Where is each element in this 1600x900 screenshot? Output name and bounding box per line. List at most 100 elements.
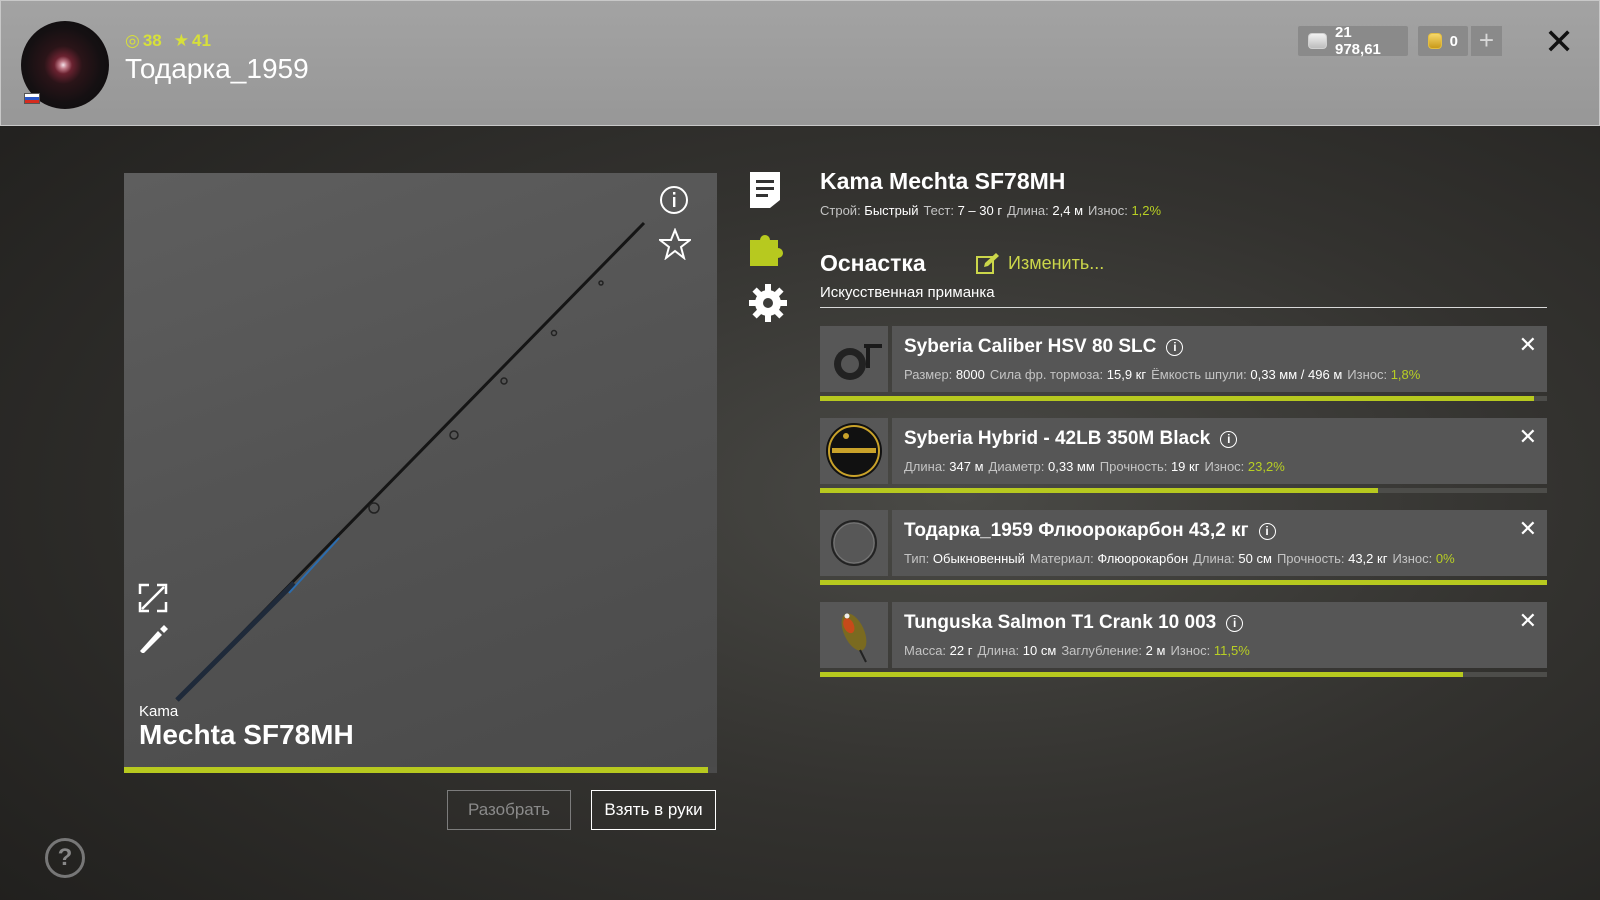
gold-balance: 0 bbox=[1418, 26, 1468, 56]
slot-prop-label: Размер: bbox=[904, 367, 956, 382]
remove-leader-button[interactable]: ✕ bbox=[1519, 516, 1537, 542]
lure-image bbox=[841, 613, 867, 663]
rod-guides bbox=[368, 280, 604, 514]
lure-name-text: Tunguska Salmon T1 Crank 10 003 bbox=[904, 612, 1217, 633]
tab-settings[interactable] bbox=[748, 283, 788, 328]
line-spool-image bbox=[826, 423, 882, 479]
edit-tackle-label: Изменить... bbox=[1008, 252, 1105, 273]
leader-info-icon[interactable]: i bbox=[1258, 522, 1276, 540]
reel-name: Syberia Caliber HSV 80 SLC i bbox=[904, 336, 1184, 358]
level-circle-icon: ◎ bbox=[125, 31, 140, 50]
slot-prop-value: 43,2 кг bbox=[1348, 551, 1388, 566]
line-condition-fill bbox=[820, 488, 1379, 493]
rod-stat-value: Быстрый bbox=[864, 203, 919, 218]
slot-prop-value: 10 см bbox=[1022, 643, 1057, 658]
rank-star-icon: ★ bbox=[173, 31, 190, 50]
line-thumbnail bbox=[820, 418, 888, 484]
slot-prop-value: 50 см bbox=[1238, 551, 1272, 566]
slot-prop-label: Масса: bbox=[904, 643, 950, 658]
slot-prop-value: 0,33 мм bbox=[1048, 459, 1095, 474]
leader-thumbnail bbox=[820, 510, 888, 576]
leader-slot[interactable]: Тодарка_1959 Флюорокарбон 43,2 кг i Тип: … bbox=[820, 510, 1547, 585]
reel-slot[interactable]: Syberia Caliber HSV 80 SLC i Размер: 8000… bbox=[820, 326, 1547, 401]
silver-coin-icon bbox=[1308, 33, 1327, 49]
line-condition-bar bbox=[820, 488, 1547, 493]
leader-details: Тодарка_1959 Флюорокарбон 43,2 кг i Тип: … bbox=[892, 510, 1547, 576]
favorite-star-icon[interactable] bbox=[657, 227, 693, 265]
level-value: 38 bbox=[142, 31, 162, 50]
username: Тодарка_1959 bbox=[125, 53, 309, 84]
info-icon[interactable] bbox=[659, 185, 689, 220]
slot-prop-value: Флюорокарбон bbox=[1097, 551, 1189, 566]
reel-condition-bar bbox=[820, 396, 1547, 401]
slot-prop-label: Ёмкость шпули: bbox=[1151, 367, 1251, 382]
leader-name-text: Тодарка_1959 Флюорокарбон 43,2 кг bbox=[904, 520, 1249, 541]
rig-type: Искусственная приманка bbox=[820, 284, 995, 301]
add-gold-button[interactable]: + bbox=[1471, 26, 1502, 56]
slot-prop-value: 2 м bbox=[1145, 643, 1166, 658]
edit-tackle-button[interactable]: Изменить... bbox=[976, 252, 1104, 274]
slot-prop-label: Износ: bbox=[1392, 551, 1436, 566]
tab-tackle[interactable] bbox=[748, 228, 788, 273]
slot-prop-value: Обыкновенный bbox=[932, 551, 1025, 566]
edit-icon bbox=[976, 253, 999, 274]
lure-details: Tunguska Salmon T1 Crank 10 003 i Масса: … bbox=[892, 602, 1547, 668]
player-ranks: ◎ 38 ★ 41 bbox=[125, 31, 211, 51]
remove-lure-button[interactable]: ✕ bbox=[1519, 608, 1537, 634]
reel-info-icon[interactable]: i bbox=[1166, 338, 1184, 356]
slot-prop-value: 22 г bbox=[949, 643, 973, 658]
rod-stat-value: 7 – 30 г bbox=[957, 203, 1003, 218]
tab-description[interactable] bbox=[748, 170, 782, 215]
close-button[interactable]: ✕ bbox=[1544, 21, 1574, 63]
tackle-section-title: Оснастка bbox=[820, 250, 926, 276]
rod-stats: Строй: Быстрый Тест: 7 – 30 г Длина: 2,4 м… bbox=[820, 203, 1161, 218]
reel-details: Syberia Caliber HSV 80 SLC i Размер: 8000… bbox=[892, 326, 1547, 392]
rod-condition-fill bbox=[124, 767, 708, 773]
rod-model: Mechta SF78MH bbox=[139, 719, 354, 750]
rod-brand: Kama bbox=[139, 703, 179, 720]
reel-image bbox=[834, 344, 882, 380]
profile-header: ◎ 38 ★ 41 Тодарка_1959 21 978,61 0 + ✕ bbox=[0, 0, 1600, 126]
silver-value: 21 978,61 bbox=[1335, 24, 1381, 58]
leader-name: Тодарка_1959 Флюорокарбон 43,2 кг i bbox=[904, 520, 1276, 542]
disassemble-button[interactable]: Разобрать bbox=[447, 790, 571, 830]
leader-props: Тип: Обыкновенный Материал: Флюорокарбон Д… bbox=[904, 551, 1455, 566]
reel-condition-fill bbox=[820, 396, 1534, 401]
slot-prop-label: Тип: bbox=[904, 551, 933, 566]
rod-image[interactable] bbox=[124, 173, 717, 767]
line-name-text: Syberia Hybrid - 42LB 350M Black bbox=[904, 428, 1211, 449]
lure-condition-bar bbox=[820, 672, 1547, 677]
help-icon[interactable]: ? bbox=[45, 838, 85, 878]
remove-reel-button[interactable]: ✕ bbox=[1519, 332, 1537, 358]
gold-coin-icon bbox=[1428, 33, 1442, 49]
fullscreen-icon[interactable] bbox=[138, 583, 168, 618]
slot-prop-value: 1,8% bbox=[1390, 367, 1421, 382]
leader-condition-bar bbox=[820, 580, 1547, 585]
line-info-icon[interactable]: i bbox=[1220, 430, 1238, 448]
lure-condition-fill bbox=[820, 672, 1464, 677]
take-in-hands-button[interactable]: Взять в руки bbox=[591, 790, 716, 830]
rank-indicator: ★ 41 bbox=[174, 31, 211, 51]
rod-condition-bar bbox=[124, 767, 717, 773]
slot-prop-value: 0% bbox=[1435, 551, 1455, 566]
rod-preview: Kama Mechta SF78MH bbox=[124, 173, 717, 773]
slot-prop-value: 347 м bbox=[949, 459, 984, 474]
rod-stat-value: 1,2% bbox=[1131, 203, 1162, 218]
line-name: Syberia Hybrid - 42LB 350M Black i bbox=[904, 428, 1238, 450]
slot-prop-value: 8000 bbox=[955, 367, 985, 382]
rename-pencil-icon[interactable] bbox=[138, 625, 168, 660]
reel-thumbnail bbox=[820, 326, 888, 392]
slot-prop-label: Длина: bbox=[1193, 551, 1239, 566]
slot-prop-label: Заглубление: bbox=[1061, 643, 1146, 658]
slot-prop-label: Прочность: bbox=[1276, 551, 1349, 566]
rod-blue-wrap bbox=[288, 537, 340, 594]
lure-slot[interactable]: Tunguska Salmon T1 Crank 10 003 i Масса: … bbox=[820, 602, 1547, 677]
slot-prop-label: Длина: bbox=[904, 459, 950, 474]
slot-prop-label: Прочность: bbox=[1099, 459, 1171, 474]
rod-stat-label: Износ: bbox=[1088, 203, 1132, 218]
lure-info-icon[interactable]: i bbox=[1226, 614, 1244, 632]
remove-line-button[interactable]: ✕ bbox=[1519, 424, 1537, 450]
slot-prop-value: 19 кг bbox=[1170, 459, 1200, 474]
gold-value: 0 bbox=[1449, 32, 1458, 50]
line-slot[interactable]: Syberia Hybrid - 42LB 350M Black i Длина:… bbox=[820, 418, 1547, 493]
